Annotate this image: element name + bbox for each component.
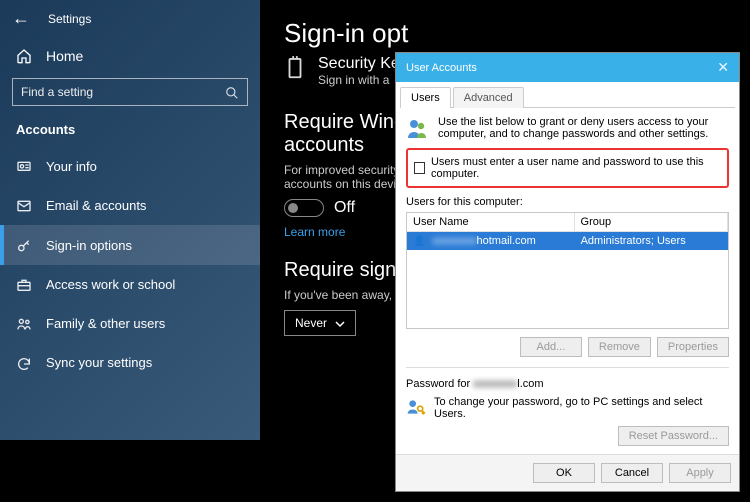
- intro-text: Use the list below to grant or deny user…: [438, 116, 729, 140]
- dialog-footer: OK Cancel Apply: [396, 454, 739, 491]
- tab-users[interactable]: Users: [400, 87, 451, 108]
- tab-body: Use the list below to grant or deny user…: [396, 108, 739, 454]
- briefcase-icon: [16, 276, 32, 293]
- toggle-track: [284, 199, 324, 217]
- reset-password-button[interactable]: Reset Password...: [618, 426, 729, 446]
- properties-button[interactable]: Properties: [657, 337, 729, 357]
- sidebar-item-your-info[interactable]: Your info: [0, 147, 260, 186]
- user-list-header: User Name Group: [407, 213, 728, 232]
- dropdown-value: Never: [295, 316, 327, 330]
- cancel-button[interactable]: Cancel: [601, 463, 663, 483]
- password-section: Password for xxxxxxxxl.com To change you…: [406, 378, 729, 446]
- user-buttons: Add... Remove Properties: [406, 337, 729, 357]
- require-signin-dropdown[interactable]: Never: [284, 310, 356, 336]
- user-name-suffix: hotmail.com: [477, 235, 536, 247]
- page-title: Sign-in opt: [284, 18, 726, 49]
- col-username[interactable]: User Name: [407, 213, 575, 231]
- sidebar-item-label: Access work or school: [46, 277, 175, 292]
- settings-header: ← Settings: [0, 0, 260, 37]
- users-icon: [406, 116, 430, 140]
- app-title: Settings: [48, 12, 91, 26]
- sidebar-item-access-work-or-school[interactable]: Access work or school: [0, 265, 260, 304]
- sidebar-item-sign-in-options[interactable]: Sign-in options: [0, 225, 260, 264]
- col-group[interactable]: Group: [575, 213, 728, 231]
- section-heading: Accounts: [0, 118, 260, 147]
- sidebar-item-label: Your info: [46, 159, 97, 174]
- user-name-redacted: xxxxxxxx: [433, 235, 477, 247]
- sidebar-item-label: Sync your settings: [46, 355, 152, 370]
- user-list[interactable]: User Name Group 👤 xxxxxxxxhotmail.com Ad…: [406, 212, 729, 329]
- toggle-state-label: Off: [334, 199, 355, 217]
- dialog-titlebar: User Accounts ✕: [396, 53, 739, 82]
- close-icon[interactable]: ✕: [717, 59, 729, 76]
- apply-button[interactable]: Apply: [669, 463, 731, 483]
- intro-row: Use the list below to grant or deny user…: [406, 116, 729, 140]
- sidebar-item-family-other-users[interactable]: Family & other users: [0, 304, 260, 343]
- password-message: To change your password, go to PC settin…: [434, 396, 729, 420]
- home-nav[interactable]: Home: [0, 37, 260, 74]
- search-field[interactable]: [12, 78, 248, 106]
- must-enter-checkbox[interactable]: [414, 162, 425, 174]
- home-label: Home: [46, 48, 83, 64]
- password-for-label: Password for xxxxxxxxl.com: [406, 378, 729, 390]
- tab-strip: Users Advanced: [400, 86, 735, 108]
- user-group: Administrators; Users: [575, 232, 728, 250]
- settings-sidebar: ← Settings Home Accounts Your info Email …: [0, 0, 260, 440]
- family-icon: [16, 315, 32, 332]
- must-enter-highlight: Users must enter a user name and passwor…: [406, 148, 729, 188]
- sidebar-item-label: Sign-in options: [46, 238, 132, 253]
- sidebar-item-email-accounts[interactable]: Email & accounts: [0, 186, 260, 225]
- toggle-thumb: [288, 203, 298, 213]
- users-for-label: Users for this computer:: [406, 196, 729, 208]
- sidebar-item-label: Family & other users: [46, 316, 165, 331]
- key-icon: [406, 396, 426, 417]
- sidebar-item-label: Email & accounts: [46, 198, 146, 213]
- back-arrow-icon[interactable]: ←: [12, 8, 30, 29]
- search-input[interactable]: [21, 85, 225, 99]
- key-icon: [16, 236, 32, 253]
- mail-icon: [16, 197, 32, 214]
- home-icon: [16, 47, 32, 64]
- sidebar-item-sync-your-settings[interactable]: Sync your settings: [0, 343, 260, 382]
- user-accounts-dialog: User Accounts ✕ Users Advanced Use the l…: [395, 52, 740, 492]
- must-enter-label: Users must enter a user name and passwor…: [431, 156, 721, 180]
- dialog-title: User Accounts: [406, 62, 477, 74]
- remove-button[interactable]: Remove: [588, 337, 651, 357]
- user-list-row[interactable]: 👤 xxxxxxxxhotmail.com Administrators; Us…: [407, 232, 728, 250]
- add-button[interactable]: Add...: [520, 337, 582, 357]
- learn-more-link[interactable]: Learn more: [284, 225, 345, 239]
- tab-advanced[interactable]: Advanced: [453, 87, 524, 108]
- security-key-icon: [284, 55, 306, 87]
- ok-button[interactable]: OK: [533, 463, 595, 483]
- password-message-row: To change your password, go to PC settin…: [406, 396, 729, 446]
- user-avatar-icon: 👤: [413, 236, 425, 247]
- user-icon: [16, 158, 32, 175]
- search-icon: [225, 84, 239, 100]
- divider: [406, 367, 729, 368]
- sync-icon: [16, 354, 32, 371]
- chevron-down-icon: [335, 316, 345, 330]
